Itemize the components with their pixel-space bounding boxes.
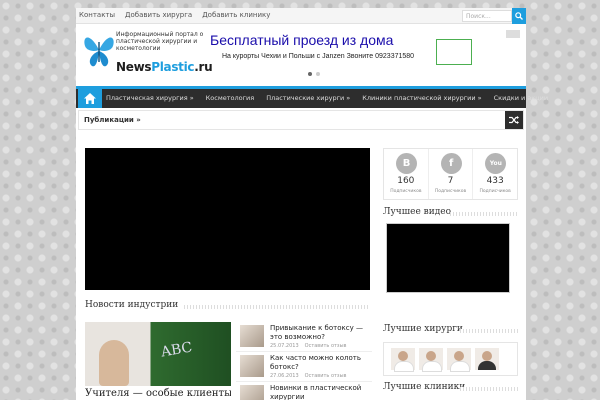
youtube-icon[interactable]: You (485, 153, 507, 174)
teacher-figure (99, 340, 129, 386)
surgeon-avatar[interactable] (447, 348, 471, 372)
search-button[interactable] (512, 8, 526, 24)
section-title-best-surgeons: Лучшие хирурги (383, 324, 463, 334)
surgeon-avatar[interactable] (475, 348, 499, 370)
section-divider (184, 305, 370, 309)
search-input[interactable]: Поиск... (462, 10, 512, 22)
list-item-title[interactable]: Как часто можно колоть ботокс? (270, 354, 370, 372)
vk-icon[interactable]: B (396, 153, 417, 174)
site-logo[interactable]: Информационный портал о пластической хир… (82, 30, 213, 74)
nav-item-discounts[interactable]: Скидки и акции (494, 94, 548, 102)
ad-dot-active[interactable] (308, 72, 312, 76)
list-item-title[interactable]: Привыкание к ботоксу — это возможно? (270, 324, 370, 342)
list-item-comment-link[interactable]: Оставить отзыв (305, 343, 347, 349)
nav-item-surgeons[interactable]: Пластические хирурги » (266, 94, 350, 102)
featured-article[interactable]: ABC Учителя — особые клиенты (85, 322, 231, 400)
chalkboard-text: ABC (159, 339, 194, 361)
ad-title[interactable]: Бесплатный проезд из дома (210, 32, 393, 48)
logo-name-main: News (116, 60, 152, 74)
page: Контакты Добавить хирурга Добавить клини… (76, 8, 548, 400)
top-link-add-surgeon[interactable]: Добавить хирурга (125, 11, 192, 19)
list-item[interactable]: Новинки в пластической хирургии (236, 382, 372, 400)
list-item-meta: 27.06.2013 Оставить отзыв (270, 373, 346, 379)
top-nav: Контакты Добавить хирурга Добавить клини… (79, 11, 270, 19)
social-label: Подписчиков (434, 189, 467, 194)
section-title-best-clinics: Лучшие клиники (383, 382, 466, 392)
social-counters: B 160 Подписчиков f 7 Подписчиков You 43… (383, 148, 518, 200)
logo-name: NewsPlastic.ru (116, 60, 213, 74)
top-bar: Контакты Добавить хирурга Добавить клини… (76, 8, 526, 24)
list-item-date: 25.07.2013 (270, 343, 299, 349)
ticker-label[interactable]: Публикации » (84, 116, 141, 124)
surgeon-avatar[interactable] (391, 348, 415, 372)
section-title-industry-news: Новости индустрии (85, 300, 179, 310)
list-item-thumbnail[interactable] (240, 385, 264, 400)
top-link-add-clinic[interactable]: Добавить клинику (202, 11, 270, 19)
home-icon (84, 93, 96, 104)
ad-choices-icon[interactable] (506, 30, 520, 38)
logo-name-accent: Plastic (151, 60, 195, 74)
section-divider (450, 212, 518, 216)
home-button[interactable] (78, 89, 102, 108)
list-item-date: 27.06.2013 (270, 373, 299, 379)
section-divider (460, 387, 518, 391)
shuffle-icon (509, 116, 519, 124)
nav-item-clinics[interactable]: Клиники пластической хирургии » (362, 94, 481, 102)
sidebar-video-player[interactable] (386, 223, 510, 293)
main-video-player[interactable] (85, 148, 370, 290)
list-item-comment-link[interactable]: Оставить отзыв (305, 373, 347, 379)
main-nav: Пластическая хирургия » Косметология Пла… (76, 86, 548, 108)
featured-article-image[interactable]: ABC (85, 322, 231, 386)
search-icon (515, 12, 523, 20)
section-title-best-video: Лучшее видео (383, 207, 451, 217)
list-item[interactable]: Привыкание к ботоксу — это возможно? 25.… (236, 322, 372, 352)
nav-item-cosmetology[interactable]: Косметология (206, 94, 255, 102)
ad-pagination (308, 72, 320, 76)
ad-button[interactable] (436, 39, 472, 65)
social-vk[interactable]: B 160 Подписчиков (384, 149, 429, 199)
list-item-title[interactable]: Новинки в пластической хирургии (270, 384, 370, 400)
news-list: Привыкание к ботоксу — это возможно? 25.… (236, 322, 372, 400)
main-menu: Пластическая хирургия » Косметология Пла… (106, 94, 548, 102)
social-facebook[interactable]: f 7 Подписчиков (429, 149, 474, 199)
list-item-thumbnail[interactable] (240, 355, 264, 377)
social-youtube[interactable]: You 433 Подписчиков (473, 149, 517, 199)
social-label: Подписчиков (390, 189, 422, 194)
butterfly-icon (84, 37, 114, 67)
nav-item-plastic-surgery[interactable]: Пластическая хирургия » (106, 94, 194, 102)
list-item-meta: 25.07.2013 Оставить отзыв (270, 343, 346, 349)
social-count: 160 (397, 176, 415, 186)
facebook-icon[interactable]: f (440, 153, 462, 174)
logo-tagline: Информационный портал о пластической хир… (116, 31, 204, 52)
list-item-thumbnail[interactable] (240, 325, 264, 347)
ad-banner[interactable]: Бесплатный проезд из дома На курорты Чех… (210, 30, 520, 82)
social-count: 7 (447, 176, 454, 186)
social-count: 433 (486, 176, 504, 186)
section-divider (460, 329, 518, 333)
surgeon-avatar[interactable] (419, 348, 443, 372)
list-item[interactable]: Как часто можно колоть ботокс? 27.06.201… (236, 352, 372, 382)
top-link-contacts[interactable]: Контакты (79, 11, 115, 19)
ad-subtitle: На курорты Чехии и Польши с Janzen Звони… (222, 53, 415, 60)
featured-article-title[interactable]: Учителя — особые клиенты (85, 388, 231, 399)
news-ticker: Публикации » (78, 110, 524, 130)
ad-dot[interactable] (316, 72, 320, 76)
random-post-button[interactable] (505, 111, 523, 129)
surgeons-gallery (383, 342, 518, 376)
social-label: Подписчиков (479, 189, 511, 194)
